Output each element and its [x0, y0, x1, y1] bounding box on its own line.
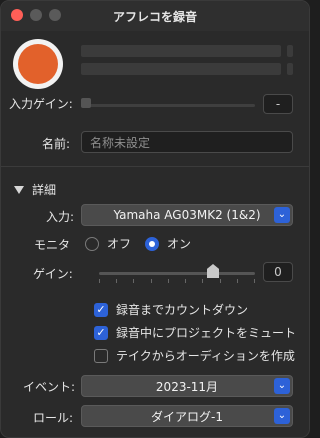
event-label: イベント:: [23, 380, 76, 394]
mute-project-checkbox[interactable]: ✓: [94, 325, 108, 340]
create-audition-option[interactable]: テイクからオーディションを作成: [94, 347, 295, 364]
minimize-icon[interactable]: [30, 9, 42, 21]
record-button[interactable]: [13, 39, 63, 89]
gain-slider-thumb[interactable]: [207, 264, 219, 278]
input-gain-label: 入力ゲイン:: [9, 97, 73, 111]
monitor-on-label: オン: [167, 237, 192, 251]
disclosure-triangle-icon: [14, 185, 24, 194]
monitor-label: モニタ: [34, 238, 71, 252]
role-select[interactable]: ダイアログ-1 ⌄: [81, 405, 293, 427]
checkmark-icon: ✓: [96, 326, 106, 339]
monitor-on-radio[interactable]: [145, 236, 160, 251]
monitor-off-radio[interactable]: [85, 236, 99, 251]
countdown-option[interactable]: ✓ 録音までカウントダウン: [94, 301, 248, 318]
details-disclosure[interactable]: 詳細: [14, 181, 56, 198]
role-select-value: ダイアログ-1: [151, 409, 223, 424]
mute-project-option[interactable]: ✓ 録音中にプロジェクトをミュート: [94, 324, 296, 341]
level-meter-left: [81, 45, 281, 57]
window-title: アフレコを録音: [112, 9, 197, 24]
level-meter-right: [81, 63, 281, 75]
chevron-up-down-icon: ⌄: [274, 408, 290, 424]
event-select-value: 2023-11月: [155, 379, 219, 394]
input-gain-slider-track[interactable]: [81, 104, 255, 107]
monitor-radio-group: オフ オン: [85, 235, 191, 252]
input-select[interactable]: Yamaha AG03MK2 (1&2) ⌄: [81, 204, 293, 226]
record-voiceover-window: アフレコを録音 入力ゲイン: - 名前: 名称未設定 詳細 入力: Yamaha…: [0, 0, 310, 438]
record-icon: [18, 44, 58, 84]
level-meter-left-peak: [287, 45, 293, 57]
gain-value[interactable]: 0: [263, 262, 293, 282]
name-label: 名前:: [42, 137, 71, 151]
divider: [1, 166, 309, 167]
chevron-up-down-icon: ⌄: [274, 378, 290, 394]
name-field[interactable]: 名称未設定: [81, 131, 293, 153]
gain-label: ゲイン:: [33, 267, 73, 281]
input-gain-slider-thumb[interactable]: [81, 98, 91, 108]
details-label: 詳細: [32, 183, 57, 197]
close-icon[interactable]: [11, 9, 23, 21]
gain-slider-track[interactable]: [99, 272, 255, 275]
create-audition-checkbox[interactable]: [94, 348, 108, 363]
mute-project-label: 録音中にプロジェクトをミュート: [116, 326, 297, 340]
gain-slider-ticks: [99, 279, 255, 283]
input-select-value: Yamaha AG03MK2 (1&2): [113, 208, 261, 222]
create-audition-label: テイクからオーディションを作成: [116, 349, 295, 363]
event-select[interactable]: 2023-11月 ⌄: [81, 375, 293, 397]
zoom-icon[interactable]: [49, 9, 61, 21]
checkmark-icon: ✓: [96, 303, 106, 316]
title-bar: アフレコを録音: [1, 1, 309, 31]
level-meter-right-peak: [287, 63, 293, 75]
window-controls: [11, 9, 61, 21]
input-gain-value[interactable]: -: [263, 94, 293, 114]
input-label: 入力:: [46, 210, 75, 224]
monitor-off-label: オフ: [107, 237, 132, 251]
countdown-checkbox[interactable]: ✓: [94, 302, 108, 317]
chevron-up-down-icon: ⌄: [274, 207, 290, 223]
role-label: ロール:: [33, 411, 74, 425]
countdown-label: 録音までカウントダウン: [116, 303, 249, 317]
